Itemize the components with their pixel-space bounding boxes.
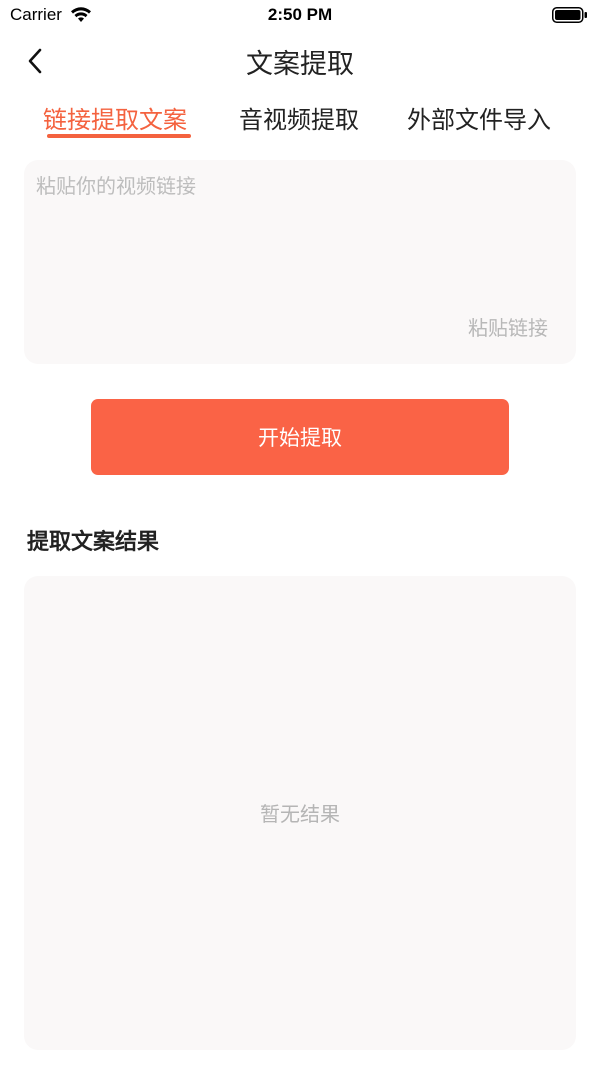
- start-extract-button[interactable]: 开始提取: [91, 399, 509, 475]
- empty-result-text: 暂无结果: [260, 802, 340, 826]
- active-tab-indicator: [47, 134, 191, 138]
- tab-external-file-import[interactable]: 外部文件导入: [407, 100, 551, 135]
- tab-bar: 链接提取文案 音视频提取 外部文件导入: [0, 96, 600, 144]
- status-time: 2:50 PM: [267, 5, 333, 24]
- page-title: 文案提取: [246, 49, 354, 80]
- link-input-card: 粘贴链接: [24, 160, 576, 364]
- video-link-input[interactable]: [34, 168, 568, 312]
- result-card: 暂无结果: [24, 576, 576, 1050]
- paste-link-button[interactable]: 粘贴链接: [468, 312, 548, 341]
- result-heading: 提取文案结果: [27, 530, 160, 555]
- tab-link-extract[interactable]: 链接提取文案: [43, 100, 187, 135]
- battery-icon: [552, 7, 587, 23]
- tab-audio-video-extract[interactable]: 音视频提取: [239, 100, 359, 135]
- nav-bar: 文案提取: [0, 32, 600, 88]
- status-bar: Carrier 2:50 PM: [0, 0, 600, 32]
